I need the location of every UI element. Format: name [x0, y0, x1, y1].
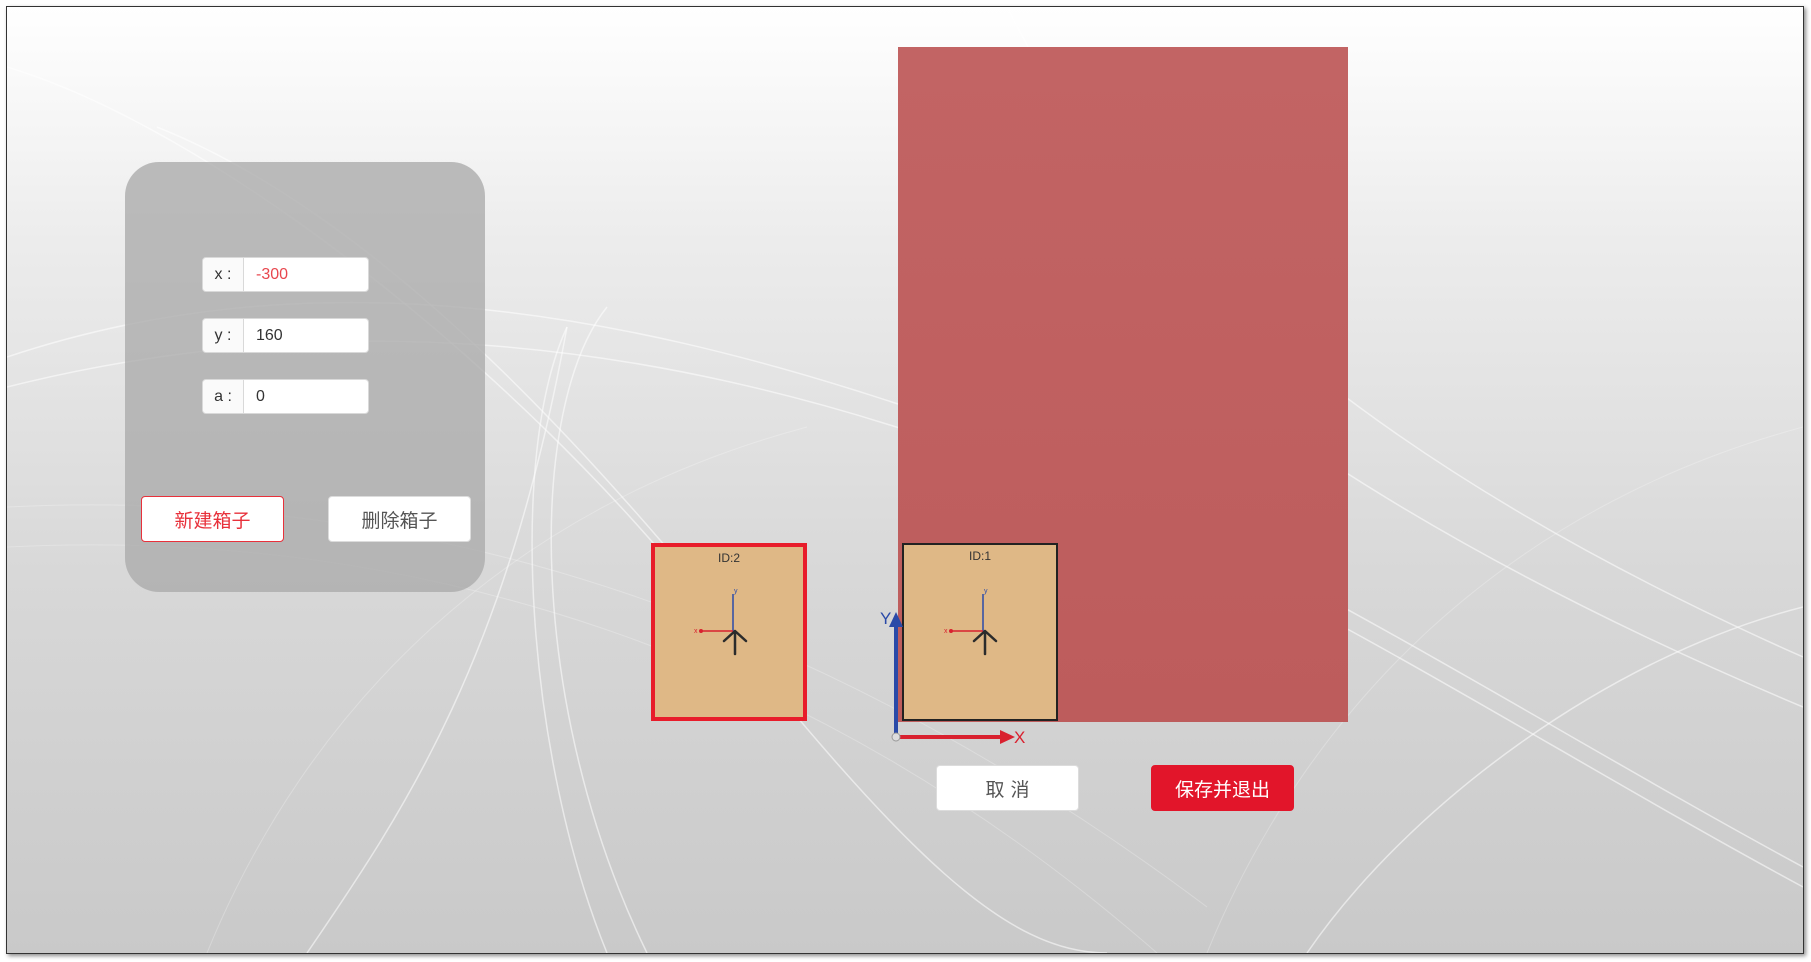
box-2-front-arrow-icon: [722, 629, 748, 656]
delete-box-button[interactable]: 删除箱子: [328, 496, 471, 542]
y-input[interactable]: [244, 319, 368, 352]
angle-field-label: a :: [203, 380, 244, 413]
x-input[interactable]: [244, 258, 368, 291]
y-field-label: y :: [203, 319, 244, 352]
x-field-label: x :: [203, 258, 244, 291]
box-2-y-label: y: [734, 588, 738, 595]
box-2-marker: y x: [694, 588, 748, 656]
box-2-x-label: x: [694, 628, 698, 635]
angle-field: a :: [202, 379, 369, 414]
box-2-id-label: ID:2: [717, 551, 740, 565]
x-axis-arrow-icon: [1000, 730, 1015, 744]
origin-axes: Y X: [880, 609, 1025, 747]
box-1-id-label: ID:1: [968, 549, 991, 563]
cancel-button[interactable]: 取 消: [936, 765, 1079, 811]
box-1-y-label: y: [984, 588, 988, 595]
origin-x-label: X: [1014, 728, 1025, 747]
box-editor-panel: x : y : a : 新建箱子 删除箱子: [125, 162, 485, 592]
origin-y-label: Y: [880, 609, 891, 628]
save-and-exit-button[interactable]: 保存并退出: [1151, 765, 1294, 811]
y-field: y :: [202, 318, 369, 353]
angle-input[interactable]: [244, 380, 368, 413]
x-field: x :: [202, 257, 369, 292]
box-item-2[interactable]: y x ID:2: [651, 543, 807, 721]
origin-point: [891, 732, 901, 742]
new-box-button[interactable]: 新建箱子: [141, 496, 284, 542]
